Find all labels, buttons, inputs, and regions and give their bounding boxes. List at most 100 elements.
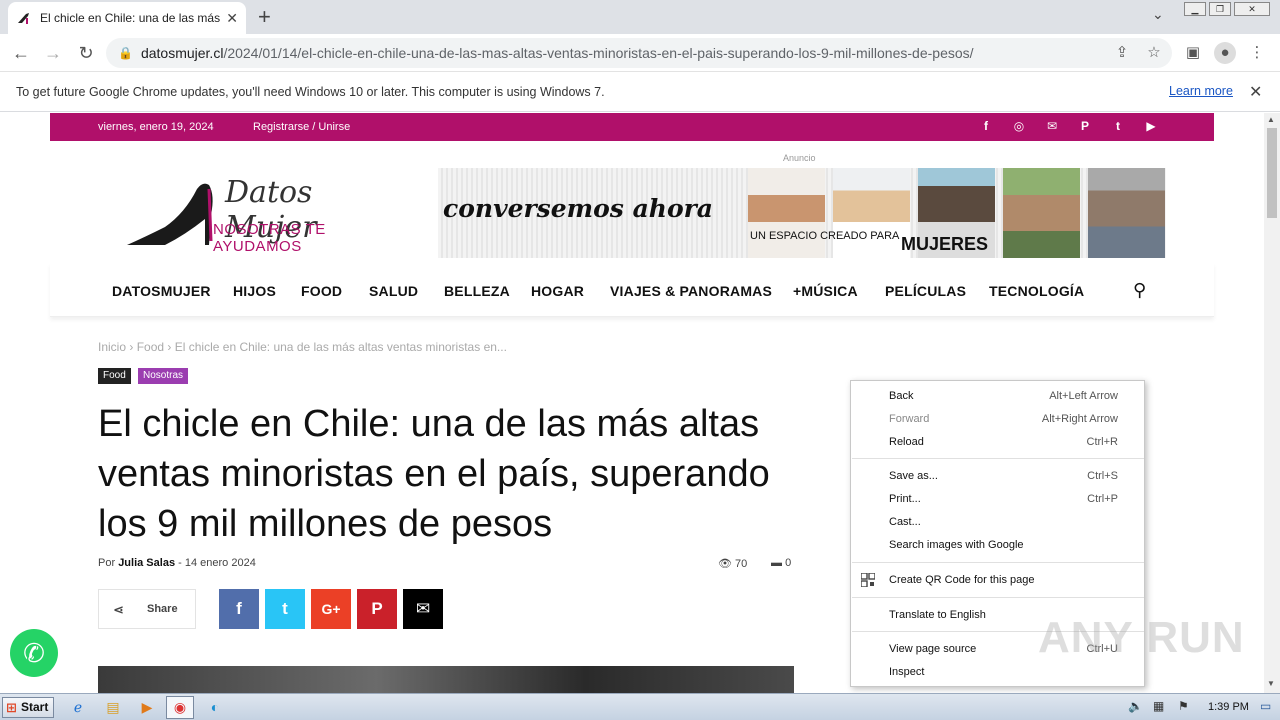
breadcrumb-home[interactable]: Inicio bbox=[98, 340, 126, 354]
maximize-button[interactable]: ❐ bbox=[1209, 2, 1231, 16]
breadcrumb-category[interactable]: Food bbox=[137, 340, 164, 354]
menu-item-cast[interactable]: Cast... bbox=[889, 513, 1118, 531]
menu-label: Forward bbox=[889, 413, 930, 425]
nav-item-musica[interactable]: +MÚSICA bbox=[793, 283, 858, 299]
menu-label: Search images with Google bbox=[889, 539, 1024, 551]
back-arrow-icon[interactable]: ← bbox=[10, 42, 32, 64]
scrollbar-thumb[interactable] bbox=[1267, 128, 1277, 218]
mail-icon[interactable]: ✉ bbox=[1044, 119, 1060, 133]
nav-item-peliculas[interactable]: PELÍCULAS bbox=[885, 283, 966, 299]
nav-item-hijos[interactable]: HIJOS bbox=[233, 283, 276, 299]
pinterest-icon[interactable]: P bbox=[1077, 119, 1093, 133]
chrome-taskbar-icon[interactable]: ◉ bbox=[166, 696, 194, 719]
eye-icon: 👁 bbox=[718, 558, 732, 570]
menu-label: Translate to English bbox=[889, 609, 986, 621]
side-panel-icon[interactable]: ▣ bbox=[1182, 42, 1204, 64]
nav-item-hogar[interactable]: HOGAR bbox=[531, 283, 584, 299]
tag-food[interactable]: Food bbox=[98, 368, 131, 384]
menu-item-back[interactable]: Back Alt+Left Arrow bbox=[889, 387, 1118, 405]
volume-icon[interactable]: 🔈 bbox=[1128, 699, 1143, 713]
windows-logo-icon: ⊞ bbox=[6, 700, 17, 715]
nav-item-tecnologia[interactable]: TECNOLOGÍA bbox=[989, 283, 1084, 299]
forward-arrow-icon[interactable]: → bbox=[42, 42, 64, 64]
scroll-down-icon[interactable]: ▼ bbox=[1267, 679, 1275, 688]
address-bar[interactable]: 🔒 datosmujer.cl /2024/01/14/el-chicle-en… bbox=[106, 38, 1172, 68]
network-icon[interactable]: ▦ bbox=[1153, 699, 1164, 713]
tag-nosotras[interactable]: Nosotras bbox=[138, 368, 189, 384]
share-email-button[interactable]: ✉ bbox=[403, 589, 443, 629]
scroll-up-icon[interactable]: ▲ bbox=[1267, 115, 1275, 124]
close-window-button[interactable]: ✕ bbox=[1234, 2, 1270, 16]
lock-icon: 🔒 bbox=[118, 46, 133, 60]
menu-kebab-icon[interactable]: ⋮ bbox=[1246, 42, 1268, 64]
share-icon[interactable]: ⇪ bbox=[1111, 42, 1133, 64]
breadcrumb-current: El chicle en Chile: una de las más altas… bbox=[174, 340, 507, 354]
tab-strip: El chicle en Chile: una de las más alta … bbox=[0, 0, 1280, 34]
nav-item-belleza[interactable]: BELLEZA bbox=[444, 283, 510, 299]
minimize-button[interactable]: ▁ bbox=[1184, 2, 1206, 16]
share-twitter-button[interactable]: t bbox=[265, 589, 305, 629]
site-logo[interactable]: Datos Mujer NOSOTRAS TE AYUDAMOS bbox=[125, 175, 410, 255]
menu-item-save-as[interactable]: Save as... Ctrl+S bbox=[889, 467, 1118, 485]
share-googleplus-button[interactable]: G+ bbox=[311, 589, 351, 629]
nav-item-food[interactable]: FOOD bbox=[301, 283, 342, 299]
menu-separator bbox=[852, 458, 1144, 459]
author-name[interactable]: Julia Salas bbox=[118, 557, 175, 569]
tab-search-chevron-icon[interactable]: ⌄ bbox=[1152, 6, 1164, 23]
menu-label: Reload bbox=[889, 436, 924, 448]
ad-portrait bbox=[748, 168, 825, 258]
taskbar-clock[interactable]: 1:39 PM bbox=[1208, 701, 1249, 713]
infobar-close-icon[interactable]: ✕ bbox=[1249, 82, 1262, 102]
comments-count[interactable]: ▬ 0 bbox=[771, 557, 791, 569]
share-icon: ⋖ bbox=[113, 602, 124, 617]
nav-item-datosmujer[interactable]: DATOSMUJER bbox=[112, 283, 211, 299]
menu-label: Cast... bbox=[889, 516, 921, 528]
views-value: 70 bbox=[735, 558, 748, 570]
tab-close-icon[interactable]: ✕ bbox=[226, 10, 238, 27]
browser-tab[interactable]: El chicle en Chile: una de las más alta … bbox=[8, 2, 246, 34]
share-facebook-button[interactable]: f bbox=[219, 589, 259, 629]
search-icon[interactable]: ⚲ bbox=[1133, 280, 1146, 301]
windows-taskbar: ⊞ Start ℯ ▤ ▶ ◉ ◐ 🔈 ▦ ⚑ 1:39 PM ▭ bbox=[0, 693, 1280, 720]
menu-item-search-images[interactable]: Search images with Google bbox=[889, 536, 1118, 554]
ad-label: Anuncio bbox=[783, 153, 816, 163]
menu-label: Print... bbox=[889, 493, 921, 505]
bookmark-star-icon[interactable]: ☆ bbox=[1143, 42, 1165, 64]
menu-item-inspect[interactable]: Inspect bbox=[889, 663, 1118, 681]
menu-item-create-qr[interactable]: Create QR Code for this page bbox=[889, 571, 1118, 589]
register-link[interactable]: Registrarse / Unirse bbox=[253, 121, 350, 133]
media-player-taskbar-icon[interactable]: ▶ bbox=[133, 696, 161, 719]
edge-taskbar-icon[interactable]: ◐ bbox=[201, 696, 229, 719]
reload-icon[interactable]: ↻ bbox=[75, 42, 97, 64]
facebook-icon[interactable]: f bbox=[978, 119, 994, 133]
twitter-icon[interactable]: t bbox=[1110, 119, 1126, 133]
learn-more-link[interactable]: Learn more bbox=[1169, 84, 1233, 98]
share-pinterest-button[interactable]: P bbox=[357, 589, 397, 629]
explorer-taskbar-icon[interactable]: ▤ bbox=[99, 696, 127, 719]
whatsapp-icon[interactable]: ✆ bbox=[10, 629, 58, 677]
menu-item-forward[interactable]: Forward Alt+Right Arrow bbox=[889, 410, 1118, 428]
menu-shortcut: Ctrl+P bbox=[1087, 493, 1118, 505]
nav-item-salud[interactable]: SALUD bbox=[369, 283, 418, 299]
show-desktop-icon[interactable]: ▭ bbox=[1260, 699, 1271, 713]
ie-taskbar-icon[interactable]: ℯ bbox=[64, 696, 92, 719]
logo-tagline: NOSOTRAS TE AYUDAMOS bbox=[213, 221, 326, 255]
start-button[interactable]: ⊞ Start bbox=[2, 697, 54, 718]
share-box[interactable]: ⋖ Share bbox=[98, 589, 196, 629]
url-host: datosmujer.cl bbox=[140, 45, 224, 61]
flag-icon[interactable]: ⚑ bbox=[1178, 699, 1189, 713]
start-label: Start bbox=[21, 700, 49, 714]
qr-code-icon bbox=[861, 573, 875, 587]
author-prefix: Por bbox=[98, 557, 116, 569]
youtube-icon[interactable]: ▶ bbox=[1143, 119, 1159, 133]
banner-ad[interactable]: conversemos ahora UN ESPACIO CREADO PARA… bbox=[438, 168, 1166, 258]
profile-avatar-icon[interactable]: ● bbox=[1214, 42, 1236, 64]
menu-item-reload[interactable]: Reload Ctrl+R bbox=[889, 433, 1118, 451]
instagram-icon[interactable]: ◎ bbox=[1011, 119, 1027, 133]
menu-item-print[interactable]: Print... Ctrl+P bbox=[889, 490, 1118, 508]
page-scrollbar[interactable]: ▲ ▼ bbox=[1264, 113, 1280, 693]
infobar-message: To get future Google Chrome updates, you… bbox=[16, 84, 605, 99]
update-infobar: To get future Google Chrome updates, you… bbox=[0, 72, 1280, 112]
new-tab-button[interactable]: + bbox=[258, 4, 271, 30]
nav-item-viajes[interactable]: VIAJES & PANORAMAS bbox=[610, 283, 772, 299]
